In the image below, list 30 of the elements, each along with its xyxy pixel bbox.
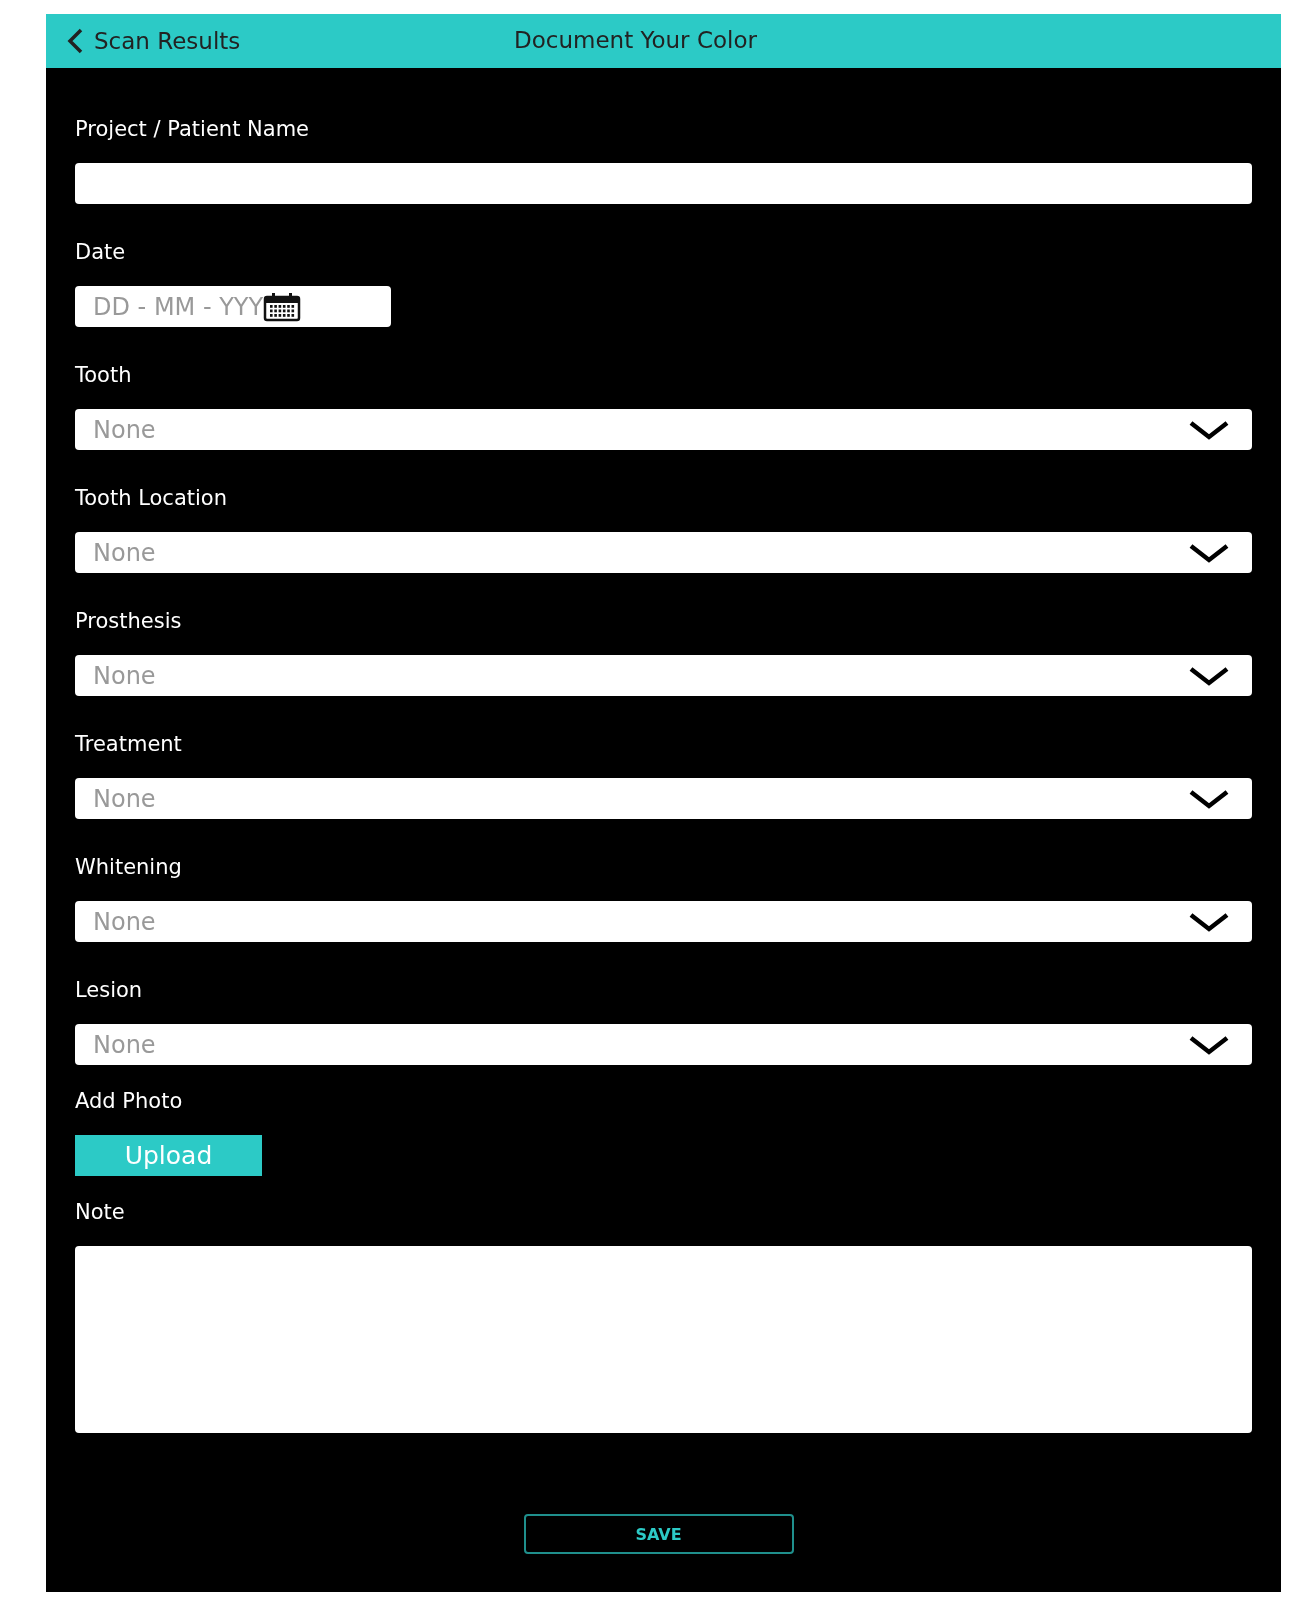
chevron-down-icon [1188,541,1230,564]
field-label: Lesion [75,978,143,1002]
save-button[interactable]: SAVE [523,1514,794,1554]
field-label: Note [75,1200,125,1224]
dropdown[interactable]: None [75,655,1252,696]
field-label: Prosthesis [75,609,182,633]
input-field[interactable] [75,163,1252,204]
page-title: Document Your Color [514,27,757,53]
dropdown[interactable]: None [75,532,1252,573]
field-label: Date [75,240,126,264]
date-field[interactable]: DD - MM - YYY [75,286,391,327]
chevron-down-icon [1188,664,1230,687]
chevron-down-icon [1188,1033,1230,1056]
note-field[interactable] [75,1246,1252,1433]
back-button[interactable]: Scan Results [46,27,241,55]
dropdown[interactable]: None [75,1024,1252,1065]
chevron-down-icon [1188,787,1230,810]
field-label: Whitening [75,855,182,879]
calendar-icon [263,291,302,322]
upload-button[interactable]: Upload [75,1135,262,1176]
chevron-down-icon [1188,910,1230,933]
field-label: Add Photo [75,1089,183,1113]
dropdown[interactable]: None [75,409,1252,450]
field-label: Tooth [75,363,132,387]
chevron-down-icon [1188,418,1230,441]
field-label: Project / Patient Name [75,117,310,141]
dropdown[interactable]: None [75,901,1252,942]
dropdown[interactable]: None [75,778,1252,819]
field-label: Tooth Location [75,486,227,510]
field-label: Treatment [75,732,182,756]
